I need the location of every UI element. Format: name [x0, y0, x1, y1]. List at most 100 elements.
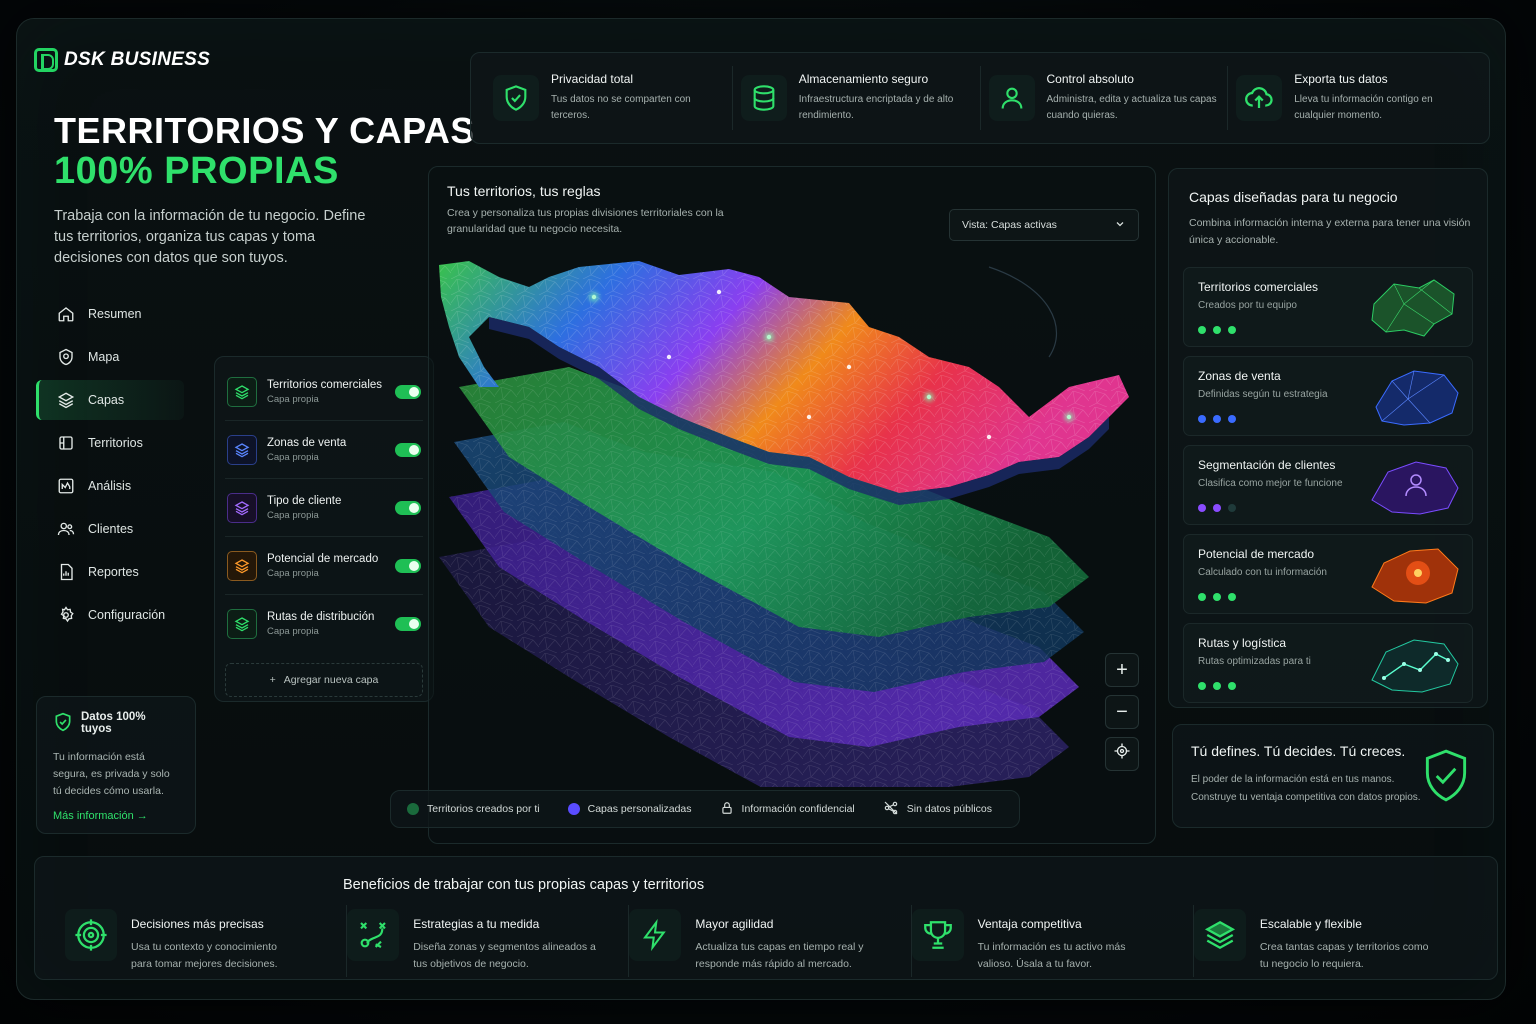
- layer-name: Potencial de mercado: [267, 552, 379, 565]
- benefits-panel: Beneficios de trabajar con tus propias c…: [34, 856, 1498, 980]
- layer-item[interactable]: Zonas de venta Capa propia: [225, 421, 423, 479]
- more-info-link[interactable]: Más información →: [53, 810, 179, 822]
- benefit-name: Ventaja competitiva: [977, 917, 1082, 931]
- shield-check-icon: [493, 75, 539, 121]
- trust-title: Datos 100% tuyos: [81, 711, 146, 735]
- layer-toggle[interactable]: [395, 384, 421, 399]
- user-icon: [988, 75, 1035, 121]
- layer-types-panel: Capas diseñadas para tu negocio Combina …: [1168, 168, 1488, 708]
- home-icon: [56, 304, 76, 324]
- layered-territory-map[interactable]: [429, 247, 1157, 787]
- layer-list: Territorios comerciales Capa propia Zonas…: [214, 356, 434, 702]
- layer-card[interactable]: Potencial de mercado Calculado con tu in…: [1183, 534, 1473, 614]
- sidebar-item-clientes[interactable]: Clientes: [36, 509, 184, 549]
- layer-toggle[interactable]: [395, 558, 421, 573]
- zoom-in-button[interactable]: +: [1105, 653, 1139, 687]
- view-select-value: Vista: Capas activas: [962, 219, 1057, 231]
- target-icon: [65, 909, 117, 961]
- strategy-icon: [347, 909, 400, 961]
- sidebar-item-territorios[interactable]: Territorios: [36, 423, 184, 463]
- feature-desc: Administra, edita y actualiza tus capas …: [1046, 94, 1217, 121]
- layer-card[interactable]: Territorios comerciales Creados por tu e…: [1183, 267, 1473, 347]
- benefit-name: Decisiones más precisas: [131, 917, 264, 931]
- right-panel-title: Capas diseñadas para tu negocio: [1189, 189, 1398, 205]
- sidebar-item-reportes[interactable]: Reportes: [36, 552, 184, 592]
- logo-mark-icon: [34, 48, 58, 72]
- right-panel-description: Combina información interna y externa pa…: [1189, 217, 1471, 246]
- sidebar-nav: Resumen Mapa Capas Territorios Análisis …: [36, 294, 184, 638]
- add-layer-label: Agregar nueva capa: [283, 674, 379, 686]
- layer-name: Territorios comerciales: [267, 378, 383, 391]
- stack-icon: [1193, 909, 1246, 961]
- feature-item: Control absoluto Administra, edita y actu…: [981, 66, 1229, 130]
- add-layer-button[interactable]: + Agregar nueva capa: [225, 663, 423, 697]
- layer-toggle[interactable]: [395, 617, 421, 631]
- layer-type: Capa propia: [267, 451, 319, 463]
- layers-icon: [56, 390, 76, 410]
- layer-item[interactable]: Tipo de cliente Capa propia: [225, 479, 423, 537]
- card-dots: [1198, 326, 1236, 334]
- trust-body: Tu información está segura, es privada y…: [53, 751, 170, 797]
- territory-thumbnail-icon: [1371, 279, 1455, 337]
- route-thumbnail-icon: [1371, 639, 1459, 693]
- feature-desc: Lleva tu información contigo en cualquie…: [1294, 94, 1433, 121]
- benefits-title: Beneficios de trabajar con tus propias c…: [343, 877, 705, 893]
- hero-subtitle: 100% PROPIAS: [54, 150, 339, 192]
- zoom-out-button[interactable]: −: [1105, 695, 1139, 729]
- sidebar-item-configuracion[interactable]: Configuración: [36, 595, 184, 635]
- feature-title: Control absoluto: [1046, 72, 1134, 86]
- users-icon: [56, 519, 76, 539]
- card-dots: [1198, 593, 1236, 601]
- layer-type: Capa propia: [267, 626, 319, 637]
- layers-icon: [227, 550, 257, 581]
- shield-check-icon: [53, 712, 73, 735]
- benefit-name: Mayor agilidad: [695, 917, 774, 931]
- feature-strip: Privacidad total Tus datos no se comparte…: [470, 52, 1490, 144]
- market-potential-thumbnail-icon: [1371, 548, 1459, 604]
- view-select[interactable]: Vista: Capas activas: [949, 209, 1139, 241]
- brand-name: DSK BUSINESS: [64, 49, 211, 70]
- sidebar-item-label: Capas: [88, 393, 125, 407]
- legend-label: Información confidencial: [741, 803, 855, 815]
- layer-item[interactable]: Rutas de distribución Capa propia: [225, 595, 423, 653]
- feature-item: Privacidad total Tus datos no se comparte…: [485, 66, 733, 130]
- trophy-icon: [911, 909, 964, 961]
- layer-card[interactable]: Zonas de venta Definidas según tu estrat…: [1183, 356, 1473, 436]
- benefit-item: Escalable y flexible Crea tantas capas y …: [1193, 905, 1475, 977]
- card-dots: [1198, 415, 1236, 423]
- brand-logo[interactable]: DSK BUSINESS: [34, 40, 214, 80]
- legend-label: Sin datos públicos: [906, 803, 992, 815]
- layer-toggle[interactable]: [395, 500, 421, 515]
- recenter-button[interactable]: [1105, 737, 1139, 771]
- layer-toggle[interactable]: [395, 442, 421, 457]
- lightning-icon: [629, 909, 682, 961]
- benefit-name: Estrategias a tu medida: [413, 917, 540, 931]
- sidebar-item-label: Clientes: [88, 522, 134, 536]
- sidebar-item-label: Configuración: [88, 608, 166, 622]
- layer-card[interactable]: Rutas y logística Rutas optimizadas para…: [1183, 623, 1473, 703]
- more-info-label: Más información: [53, 810, 134, 822]
- sidebar-item-mapa[interactable]: Mapa: [36, 337, 184, 377]
- layer-item[interactable]: Potencial de mercado Capa propia: [225, 537, 423, 595]
- sidebar-item-resumen[interactable]: Resumen: [36, 294, 184, 334]
- segment-thumbnail-icon: [1371, 461, 1459, 515]
- legend-item: Territorios creados por ti: [407, 803, 540, 815]
- legend-dot: [407, 803, 419, 815]
- layer-name: Rutas de distribución: [267, 611, 375, 623]
- sidebar-item-label: Reportes: [88, 565, 139, 579]
- sidebar-item-capas[interactable]: Capas: [36, 380, 184, 420]
- sidebar-item-analisis[interactable]: Análisis: [36, 466, 184, 506]
- layer-type: Capa propia: [267, 509, 319, 521]
- benefit-item: Estrategias a tu medida Diseña zonas y se…: [347, 905, 630, 977]
- territory-icon: [56, 433, 76, 453]
- feature-item: Exporta tus datos Lleva tu información co…: [1228, 66, 1475, 130]
- feature-desc: Infraestructura encriptada y de alto ren…: [798, 94, 954, 121]
- layer-item[interactable]: Territorios comerciales Capa propia: [225, 363, 423, 421]
- benefit-name: Escalable y flexible: [1259, 917, 1362, 931]
- benefit-item: Ventaja competitiva Tu información es tu …: [911, 905, 1194, 977]
- layer-card[interactable]: Segmentación de clientes Clasifica como …: [1183, 445, 1473, 525]
- cloud-upload-icon: [1236, 75, 1283, 121]
- slogan-panel: Tú defines. Tú decides. Tú creces. El po…: [1172, 724, 1494, 828]
- feature-title: Exporta tus datos: [1294, 72, 1388, 86]
- crosshair-icon: [1113, 742, 1131, 766]
